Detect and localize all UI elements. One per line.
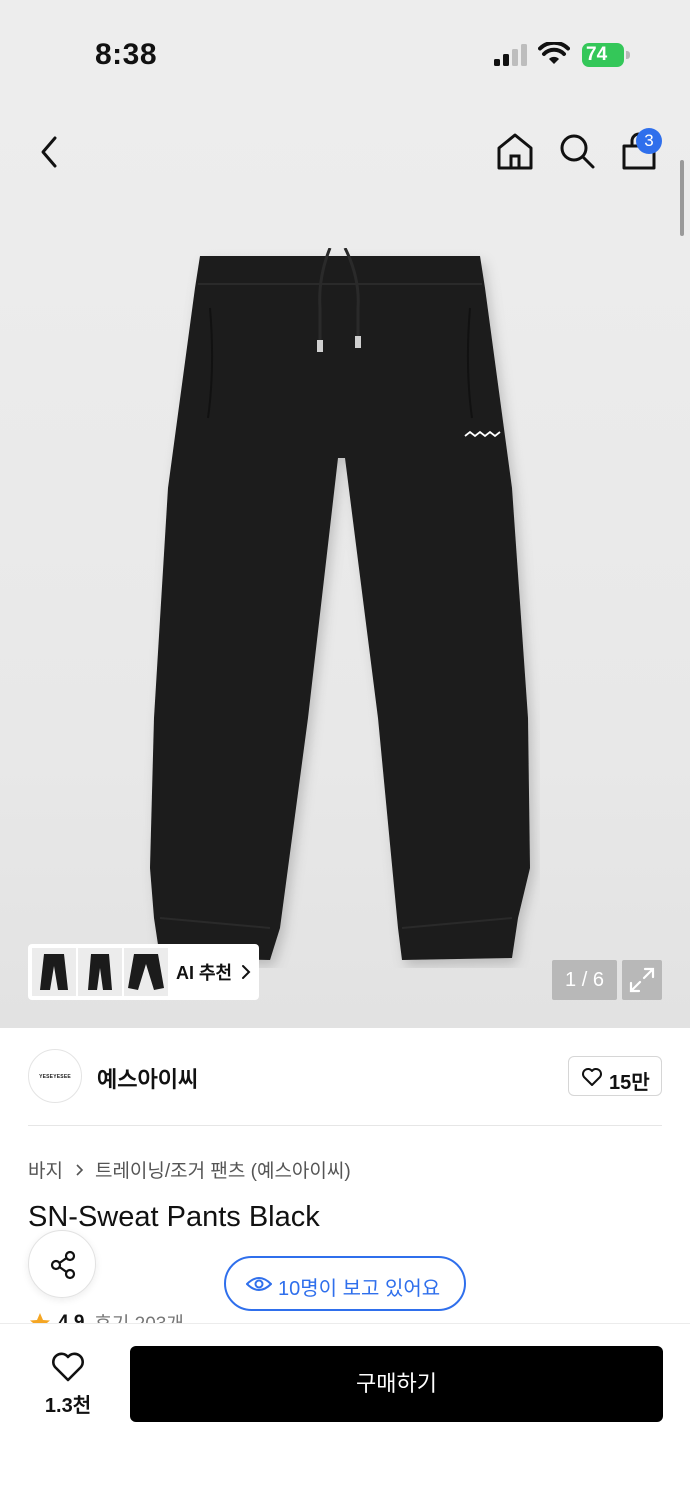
back-arrow-icon[interactable] (30, 130, 70, 174)
product-image (150, 248, 530, 960)
product-title: SN-Sweat Pants Black (28, 1201, 320, 1233)
share-button[interactable] (28, 1230, 96, 1298)
expand-icon[interactable] (622, 960, 662, 1000)
brand-like-count: 15만 (609, 1072, 650, 1094)
viewers-indicator: 10명이 보고 있어요 (224, 1256, 466, 1311)
ai-recommendation-label[interactable]: AI 추천 (176, 959, 232, 985)
product-image-gallery[interactable]: 3 AI 추천 1 / 6 (0, 110, 690, 1028)
recommendation-thumbnail[interactable] (78, 948, 122, 996)
wish-count: 1.3천 (44, 1395, 92, 1417)
cart-count-badge: 3 (636, 128, 662, 154)
ai-recommendation-strip[interactable]: AI 추천 (28, 944, 259, 1000)
brand-like-button[interactable]: 15만 (568, 1056, 662, 1096)
breadcrumb: 바지 트레이닝/조거 팬츠 (예스아이씨) (28, 1156, 351, 1183)
scrollbar[interactable] (680, 160, 684, 236)
chevron-right-icon[interactable] (240, 962, 252, 982)
wifi-icon (538, 42, 570, 64)
cellular-signal-icon (494, 44, 527, 66)
viewers-text: 10명이 보고 있어요 (278, 1278, 441, 1300)
search-icon[interactable] (556, 130, 598, 172)
eye-icon (246, 1277, 272, 1291)
status-time: 8:38 (95, 38, 158, 71)
heart-icon (582, 1068, 602, 1086)
home-icon[interactable] (494, 130, 536, 172)
status-bar: 8:38 74 (0, 0, 690, 110)
divider (28, 1125, 662, 1126)
bottom-action-bar: 1.3천 구매하기 (0, 1323, 690, 1500)
brand-logo[interactable]: YESEYESEE (28, 1049, 82, 1103)
breadcrumb-category[interactable]: 바지 (28, 1156, 63, 1183)
buy-button[interactable]: 구매하기 (130, 1346, 663, 1422)
share-icon (50, 1250, 76, 1280)
brand-name[interactable]: 예스아이씨 (97, 1062, 198, 1094)
recommendation-thumbnail[interactable] (124, 948, 168, 996)
battery-icon: 74 (582, 43, 630, 67)
battery-level: 74 (582, 43, 624, 67)
breadcrumb-subcategory[interactable]: 트레이닝/조거 팬츠 (예스아이씨) (95, 1156, 351, 1183)
recommendation-thumbnail[interactable] (32, 948, 76, 996)
image-page-counter: 1 / 6 (552, 960, 617, 1000)
heart-icon[interactable] (50, 1351, 86, 1383)
chevron-right-icon (76, 1163, 84, 1176)
